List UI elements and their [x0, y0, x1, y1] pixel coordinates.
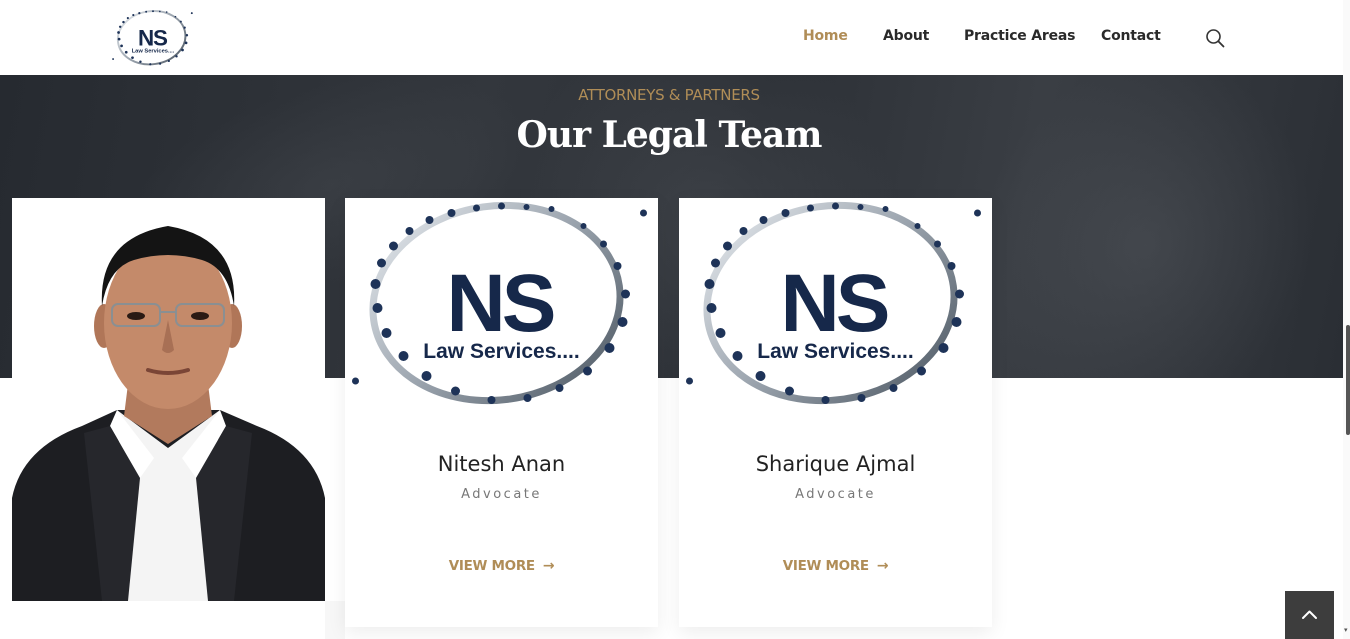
member-role: Advocate — [795, 487, 876, 502]
view-more-label: VIEW MORE — [448, 558, 535, 574]
portrait-photo — [12, 198, 325, 601]
team-member-photo-card[interactable] — [12, 198, 325, 601]
team-member-card[interactable]: Sharique Ajmal Advocate VIEW MORE → — [679, 198, 992, 627]
nav-item-about[interactable]: About — [883, 28, 929, 44]
team-member-card[interactable]: Nitesh Anan Advocate VIEW MORE → — [345, 198, 658, 627]
scroll-to-top-button[interactable] — [1285, 591, 1334, 639]
chevron-up-icon — [1302, 610, 1317, 619]
member-photo-logo — [679, 198, 992, 410]
site-header: Home About Practice Areas Contact — [0, 0, 1343, 75]
member-role: Advocate — [461, 487, 542, 502]
nav-item-practice-areas[interactable]: Practice Areas — [964, 28, 1075, 44]
main-nav: Home About Practice Areas Contact — [0, 0, 1343, 75]
nav-item-contact[interactable]: Contact — [1101, 28, 1161, 44]
arrow-right-icon: → — [876, 558, 889, 574]
section-eyebrow: ATTORNEYS & PARTNERS — [578, 86, 760, 104]
scroll-down-arrow-icon[interactable]: ▾ — [1344, 627, 1350, 635]
member-name: Nitesh Anan — [437, 452, 566, 476]
page-scrollbar[interactable] — [1343, 0, 1350, 639]
member-name: Sharique Ajmal — [755, 452, 916, 476]
card-gap — [325, 601, 345, 639]
scrollbar-thumb[interactable] — [1346, 325, 1350, 435]
view-more-label: VIEW MORE — [782, 558, 869, 574]
search-icon[interactable] — [1205, 28, 1225, 48]
section-title: Our Legal Team — [516, 114, 823, 156]
nav-item-home[interactable]: Home — [803, 28, 848, 44]
view-more-link[interactable]: VIEW MORE → — [679, 558, 992, 574]
arrow-right-icon: → — [542, 558, 555, 574]
view-more-link[interactable]: VIEW MORE → — [345, 558, 658, 574]
member-photo-logo — [345, 198, 658, 410]
